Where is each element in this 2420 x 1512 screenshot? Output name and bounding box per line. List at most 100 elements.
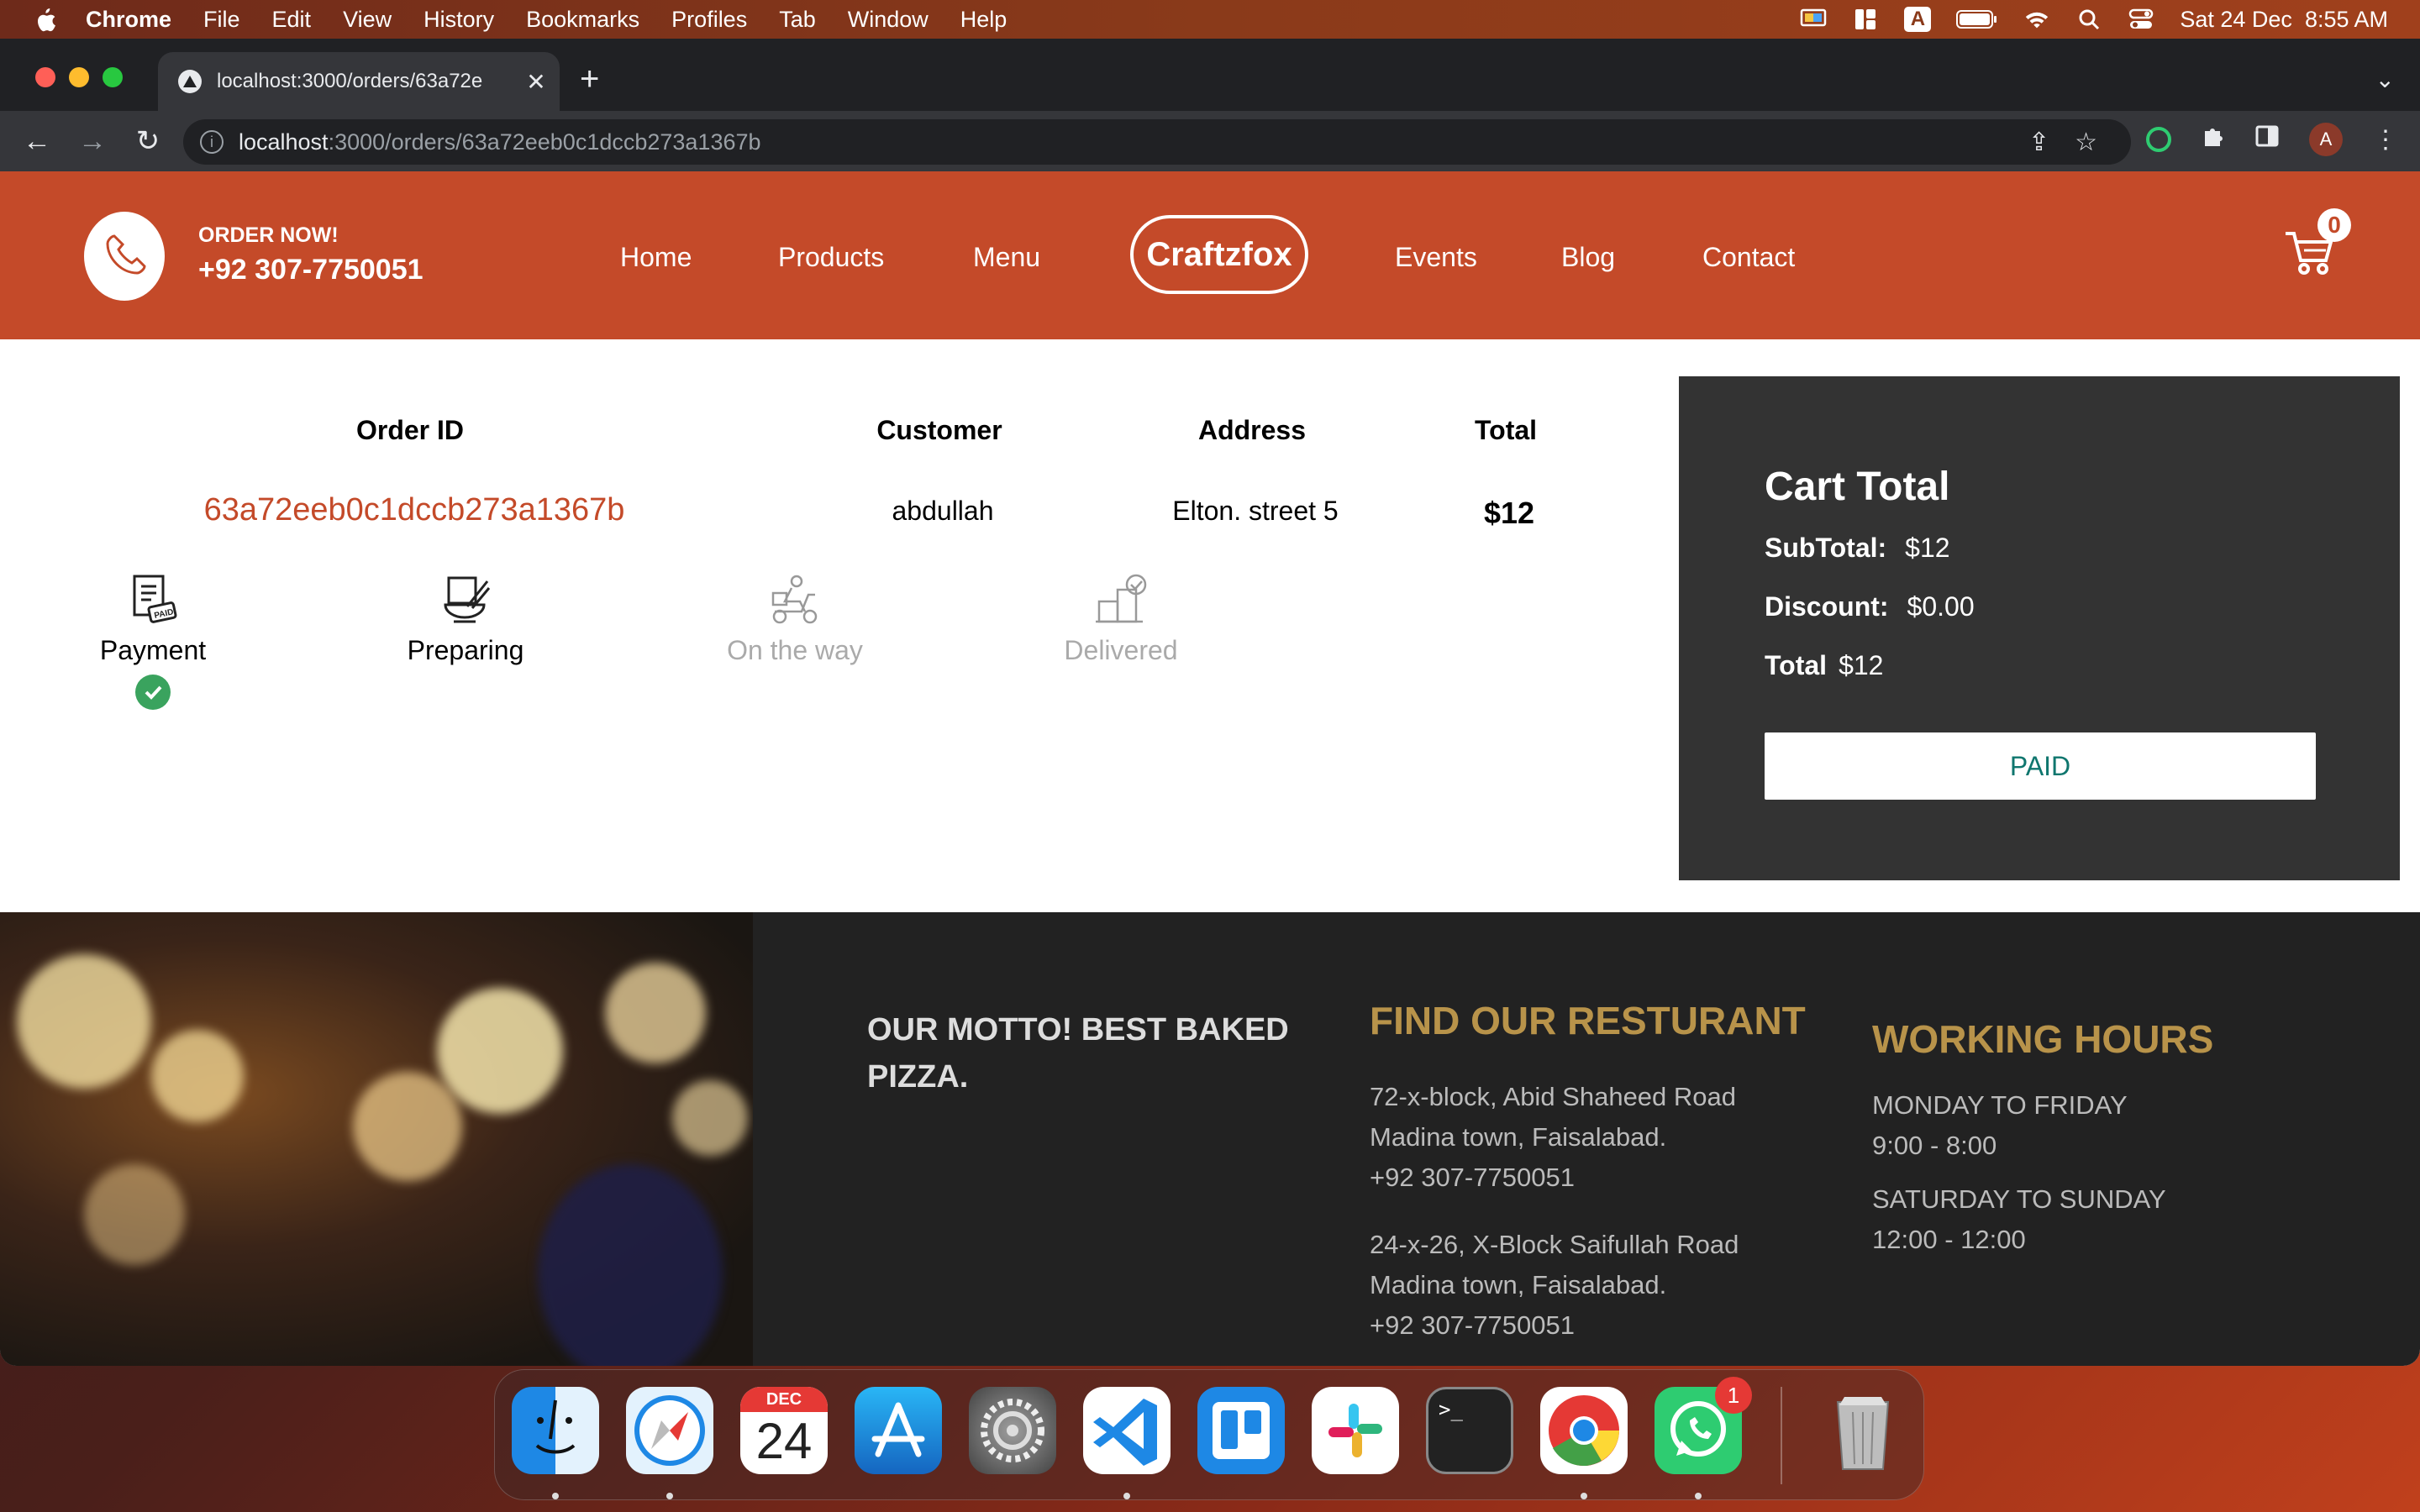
paid-receipt-icon: PAID bbox=[126, 573, 180, 627]
browser-toolbar: ← → ↻ i localhost :3000/orders/63a72eeb0… bbox=[0, 111, 2420, 171]
battery-icon[interactable] bbox=[1956, 8, 1998, 30]
step-on-the-way: On the way bbox=[711, 573, 879, 666]
menu-app-name[interactable]: Chrome bbox=[86, 7, 171, 33]
app-store-icon[interactable] bbox=[855, 1387, 942, 1474]
trello-icon[interactable] bbox=[1197, 1387, 1285, 1474]
header-address: Address bbox=[1197, 415, 1307, 445]
cart-total-title: Cart Total bbox=[1765, 465, 1950, 509]
menubar-clock[interactable]: Sat 24 Dec 8:55 AM bbox=[2180, 7, 2388, 33]
keyboard-input-icon[interactable]: A bbox=[1904, 7, 1932, 32]
address-bar[interactable]: i localhost :3000/orders/63a72eeb0c1dccb… bbox=[183, 119, 2131, 165]
profile-avatar[interactable]: A bbox=[2309, 123, 2343, 156]
terminal-icon[interactable]: >_ bbox=[1426, 1387, 1513, 1474]
nav-home[interactable]: Home bbox=[620, 242, 692, 273]
nav-events[interactable]: Events bbox=[1395, 242, 1477, 273]
finder-icon[interactable] bbox=[512, 1387, 599, 1474]
calendar-icon[interactable]: DEC 24 bbox=[740, 1387, 828, 1474]
share-icon[interactable]: ⇪ bbox=[2028, 128, 2049, 157]
menu-tab[interactable]: Tab bbox=[779, 7, 816, 33]
subtotal-row: SubTotal: $12 bbox=[1765, 533, 1950, 564]
wifi-icon[interactable] bbox=[2023, 8, 2050, 30]
total-label: Total bbox=[1765, 650, 1828, 680]
tab-strip: localhost:3000/orders/63a72e ✕ + ⌄ bbox=[0, 39, 2420, 111]
header-customer: Customer bbox=[876, 415, 1002, 445]
nav-products[interactable]: Products bbox=[778, 242, 884, 273]
extension-grammarly-icon[interactable] bbox=[2146, 127, 2171, 152]
back-arrow-icon[interactable]: ← bbox=[20, 124, 54, 158]
step-delivered-label: Delivered bbox=[1064, 635, 1178, 665]
slack-icon[interactable] bbox=[1312, 1387, 1399, 1474]
window-close-button[interactable] bbox=[35, 67, 55, 87]
location-2-phone: +92 307-7750051 bbox=[1370, 1310, 1575, 1340]
nav-contact[interactable]: Contact bbox=[1702, 242, 1795, 273]
safari-icon[interactable] bbox=[626, 1387, 713, 1474]
step-preparing: Preparing bbox=[381, 573, 550, 666]
subtotal-value: $12 bbox=[1905, 533, 1950, 563]
location-1: 72-x-block, Abid Shaheed Road Madina tow… bbox=[1370, 1077, 1736, 1198]
site-navbar: ORDER NOW! +92 307-7750051 Home Products… bbox=[0, 171, 2420, 339]
order-id-value: 63a72eeb0c1dccb273a1367b bbox=[203, 492, 625, 528]
cart-total-panel: Cart Total SubTotal: $12 Discount: $0.00 T… bbox=[1679, 376, 2400, 880]
spotlight-search-icon[interactable] bbox=[2075, 8, 2102, 30]
step-on-the-way-label: On the way bbox=[727, 635, 863, 665]
extensions-puzzle-icon[interactable] bbox=[2202, 124, 2225, 155]
trash-icon[interactable] bbox=[1819, 1387, 1907, 1474]
location-1-phone: +92 307-7750051 bbox=[1370, 1163, 1575, 1192]
nav-blog[interactable]: Blog bbox=[1561, 242, 1615, 273]
chrome-icon[interactable] bbox=[1540, 1387, 1628, 1474]
page-content: ORDER NOW! +92 307-7750051 Home Products… bbox=[0, 171, 2420, 1366]
menu-file[interactable]: File bbox=[203, 7, 240, 33]
location-1-city: Madina town, Faisalabad. bbox=[1370, 1122, 1667, 1152]
step-delivered: Delivered bbox=[1037, 573, 1205, 666]
menu-help[interactable]: Help bbox=[960, 7, 1007, 33]
total-row: Total $12 bbox=[1765, 650, 1883, 681]
menu-view[interactable]: View bbox=[343, 7, 392, 33]
weekend-hours: SATURDAY TO SUNDAY 12:00 - 12:00 bbox=[1872, 1179, 2166, 1260]
tab-title: localhost:3000/orders/63a72e bbox=[217, 70, 483, 92]
url-path: :3000/orders/63a72eeb0c1dccb273a1367b bbox=[328, 129, 761, 155]
weekday-time: 9:00 - 8:00 bbox=[1872, 1131, 1997, 1160]
browser-tab-active[interactable]: localhost:3000/orders/63a72e ✕ bbox=[158, 52, 560, 111]
window-minimize-button[interactable] bbox=[69, 67, 89, 87]
location-2-street: 24-x-26, X-Block Saifullah Road bbox=[1370, 1230, 1739, 1259]
screen-share-icon[interactable] bbox=[1800, 8, 1827, 30]
toolbar-extensions: A ⋮ bbox=[2146, 123, 2398, 156]
menu-edit[interactable]: Edit bbox=[272, 7, 312, 33]
nav-menu[interactable]: Menu bbox=[973, 242, 1040, 273]
vscode-icon[interactable] bbox=[1083, 1387, 1171, 1474]
control-center-icon[interactable] bbox=[2128, 8, 2154, 30]
total-amount: $12 bbox=[1839, 650, 1884, 680]
window-zoom-button[interactable] bbox=[103, 67, 123, 87]
delivery-scooter-icon bbox=[768, 573, 822, 627]
url-host: localhost bbox=[239, 129, 329, 155]
system-settings-icon[interactable] bbox=[969, 1387, 1056, 1474]
apple-menu-icon[interactable] bbox=[32, 7, 57, 32]
paid-button[interactable]: PAID bbox=[1765, 732, 2316, 800]
menu-window[interactable]: Window bbox=[848, 7, 929, 33]
site-logo[interactable]: Craftzfox bbox=[1130, 215, 1308, 294]
tab-close-icon[interactable]: ✕ bbox=[521, 68, 551, 96]
calendar-day: 24 bbox=[755, 1413, 813, 1469]
site-info-icon[interactable]: i bbox=[200, 130, 224, 154]
bookmark-star-icon[interactable]: ☆ bbox=[2075, 128, 2097, 157]
menu-bookmarks[interactable]: Bookmarks bbox=[526, 7, 639, 33]
footer-motto: OUR MOTTO! BEST BAKED PIZZA. bbox=[867, 1012, 1289, 1095]
delivered-box-icon bbox=[1094, 573, 1148, 627]
tab-search-chevron-icon[interactable]: ⌄ bbox=[2375, 66, 2395, 93]
header-total: Total bbox=[1474, 415, 1538, 445]
location-2-city: Madina town, Faisalabad. bbox=[1370, 1270, 1667, 1299]
side-panel-icon[interactable] bbox=[2255, 125, 2279, 154]
menu-history[interactable]: History bbox=[424, 7, 494, 33]
location-1-street: 72-x-block, Abid Shaheed Road bbox=[1370, 1082, 1737, 1111]
chrome-menu-icon[interactable]: ⋮ bbox=[2373, 125, 2398, 155]
discount-row: Discount: $0.00 bbox=[1765, 591, 1975, 622]
site-footer: OUR MOTTO! BEST BAKED PIZZA. FIND OUR RE… bbox=[0, 912, 2420, 1366]
menu-profiles[interactable]: Profiles bbox=[671, 7, 747, 33]
discount-value: $0.00 bbox=[1907, 591, 1975, 622]
new-tab-icon[interactable]: + bbox=[580, 62, 599, 96]
weekday-hours: MONDAY TO FRIDAY 9:00 - 8:00 bbox=[1872, 1085, 2128, 1166]
window-layout-icon[interactable] bbox=[1852, 8, 1879, 30]
working-hours-heading: WORKING HOURS bbox=[1872, 1017, 2214, 1061]
reload-icon[interactable]: ↻ bbox=[131, 124, 165, 158]
forward-arrow-icon[interactable]: → bbox=[76, 124, 109, 158]
